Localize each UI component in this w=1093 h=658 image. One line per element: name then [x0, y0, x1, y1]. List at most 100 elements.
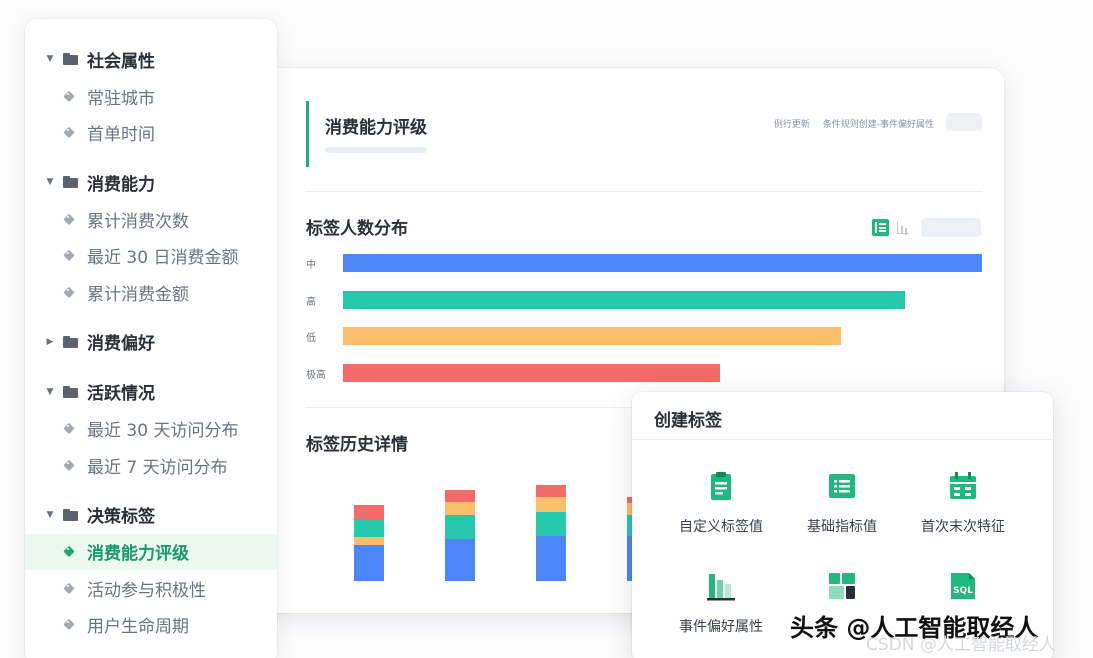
tree-item[interactable]: 最近 30 日消费金额	[25, 238, 277, 274]
tree-item-label: 消费能力评级	[87, 544, 189, 564]
stack-segment	[445, 515, 475, 539]
stack-segment	[536, 497, 566, 512]
tag-icon	[65, 91, 76, 102]
tree-item-label: 最近 7 天访问分布	[87, 457, 228, 478]
option-label: 自定义标签值	[679, 519, 763, 535]
tree-item[interactable]: 累计消费次数	[25, 201, 277, 237]
chart-toolbar	[872, 218, 981, 237]
tag-meta: 例行更新 条件规则创建-事件偏好属性	[764, 117, 934, 130]
tree-item[interactable]: 最近 30 天访问分布	[25, 411, 277, 447]
bar[interactable]	[343, 363, 720, 382]
stack-segment	[536, 512, 566, 536]
grid-icon	[829, 573, 855, 599]
tree-group-label: 决策标签	[87, 507, 155, 527]
svg-text:SQL: SQL	[953, 586, 973, 596]
bar-category-label: 极高	[306, 369, 326, 381]
watermark-secondary: CSDN @人工智能取经人	[866, 635, 1056, 655]
option-basic-metric[interactable]: 基础指标值	[782, 470, 902, 540]
bar-category-label: 高	[306, 296, 316, 308]
tree-item-label: 累计消费次数	[87, 211, 189, 232]
bar-category-label: 中	[306, 260, 316, 271]
tag-tree-sidebar: ▼ 社会属性常驻城市首单时间 ▼ 消费能力累计消费次数最近 30 日消费金额累计消费金…	[25, 19, 277, 658]
tree-item[interactable]: 最近 7 天访问分布	[25, 447, 277, 483]
tag-icon	[65, 583, 76, 594]
caret-down-icon[interactable]: ▼	[42, 387, 58, 397]
bar[interactable]	[343, 254, 982, 272]
caret-down-icon[interactable]: ▼	[42, 54, 58, 64]
tag-icon	[65, 127, 76, 138]
stack-segment	[354, 537, 384, 545]
bar-category-label: 低	[306, 333, 316, 344]
tree-item-label: 用户生命周期	[87, 617, 189, 637]
tree-item-label: 累计消费金额	[87, 284, 189, 305]
tree-item-label: 最近 30 天访问分布	[87, 421, 239, 441]
chart-filter-button[interactable]	[921, 218, 981, 237]
tree-group-activity[interactable]: ▼ 活跃情况	[25, 374, 277, 410]
folder-icon	[63, 508, 78, 521]
horizontal-bar-toggle-icon[interactable]	[872, 219, 889, 236]
tree-item-label: 首单时间	[87, 125, 155, 145]
caret-down-icon[interactable]: ▼	[42, 177, 58, 187]
option-event-preference[interactable]: 事件偏好属性	[661, 570, 781, 640]
caret-down-icon[interactable]: ▼	[42, 510, 58, 520]
tree-item[interactable]: 活动参与积极性	[25, 570, 277, 606]
clipboard-icon	[711, 472, 731, 500]
tree-group-label: 活跃情况	[87, 384, 155, 404]
option-label: 基础指标值	[807, 519, 877, 535]
tag-icon	[65, 546, 76, 557]
stacked-bar[interactable]	[536, 485, 566, 581]
tag-icon	[65, 214, 76, 225]
divider	[306, 191, 982, 192]
tree-item[interactable]: 常驻城市	[25, 78, 277, 114]
option-first-last-feature[interactable]: 首次末次特征	[903, 470, 1023, 540]
option-label: 首次末次特征	[921, 519, 1005, 535]
subtitle-placeholder	[325, 147, 427, 153]
vertical-bar-toggle-icon[interactable]	[897, 221, 909, 234]
tree-item-label: 常驻城市	[87, 88, 155, 109]
bar-row: 低	[306, 327, 982, 345]
tree-item[interactable]: 累计消费金额	[25, 274, 277, 310]
popup-title: 创建标签	[654, 411, 722, 431]
divider	[306, 407, 636, 408]
stack-segment	[536, 485, 566, 497]
stack-segment	[354, 545, 384, 581]
caret-right-icon[interactable]: ▶	[42, 337, 58, 347]
stacked-bar[interactable]	[445, 490, 475, 581]
distribution-title: 标签人数分布	[306, 219, 408, 239]
tree-item[interactable]: 用户生命周期	[25, 607, 277, 643]
tree-item-label: 活动参与积极性	[87, 580, 206, 601]
tag-icon	[65, 250, 76, 261]
tag-icon	[65, 287, 76, 298]
folder-icon	[63, 385, 78, 398]
tree-item[interactable]: 首单时间	[25, 115, 277, 151]
tree-group-label: 消费偏好	[87, 334, 155, 354]
calendar-icon	[950, 472, 976, 499]
option-custom-tag-value[interactable]: 自定义标签值	[661, 470, 781, 540]
bar-row: 中	[306, 254, 982, 272]
tree-group-decision[interactable]: ▼ 决策标签	[25, 497, 277, 533]
tree-group-consumption-preference[interactable]: ▶ 消费偏好	[25, 324, 277, 360]
header-action-button[interactable]	[946, 113, 982, 131]
tree-group-social[interactable]: ▼ 社会属性	[25, 41, 277, 77]
folder-icon	[63, 176, 78, 188]
stacked-bar[interactable]	[354, 505, 384, 581]
tree-group-consumption-ability[interactable]: ▼ 消费能力	[25, 164, 277, 200]
bar-chart-icon	[707, 574, 735, 601]
stack-segment	[445, 490, 475, 502]
creation-rule-text: 条件规则创建-事件偏好属性	[822, 120, 934, 130]
tree-group-label: 消费能力	[87, 174, 155, 195]
page-title: 消费能力评级	[325, 118, 427, 138]
folder-icon	[63, 53, 78, 65]
divider	[632, 439, 1053, 440]
bar[interactable]	[343, 290, 906, 309]
stack-segment	[445, 502, 475, 515]
tag-header: 消费能力评级 例行更新 条件规则创建-事件偏好属性	[306, 101, 982, 167]
tree-item[interactable]: 消费能力评级	[25, 533, 277, 570]
stack-segment	[354, 505, 384, 519]
bar[interactable]	[343, 327, 842, 345]
option-label: 事件偏好属性	[679, 619, 763, 635]
folder-icon	[63, 335, 78, 348]
stack-segment	[354, 519, 384, 537]
tag-icon	[65, 619, 76, 630]
tree-group-label: 社会属性	[87, 51, 155, 72]
